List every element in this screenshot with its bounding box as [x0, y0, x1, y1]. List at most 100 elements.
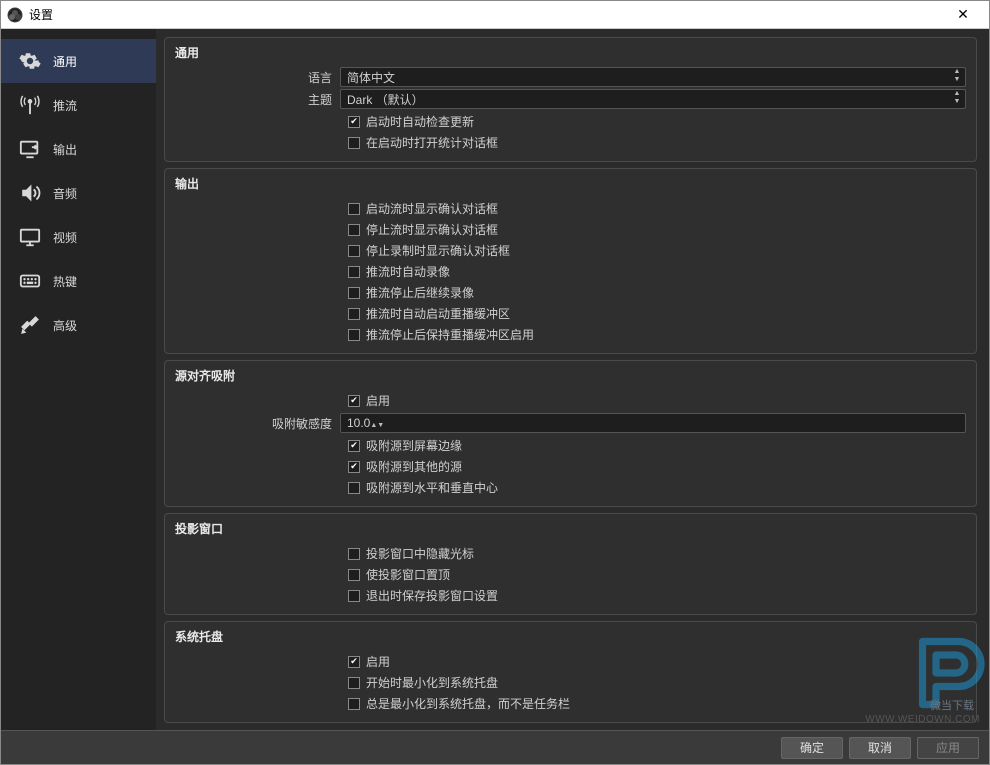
- check-label: 吸附源到其他的源: [366, 458, 462, 475]
- check-label: 启动流时显示确认对话框: [366, 200, 498, 217]
- row-theme: 主题 Dark （默认） ▲▼: [175, 89, 966, 109]
- group-title: 源对齐吸附: [175, 367, 966, 384]
- check-open-stats[interactable]: 在启动时打开统计对话框: [348, 132, 966, 153]
- checkbox-icon: [348, 548, 360, 560]
- check-keep-recording[interactable]: 推流停止后继续录像: [348, 282, 966, 303]
- check-label: 启动时自动检查更新: [366, 113, 474, 130]
- checkbox-icon: [348, 245, 360, 257]
- settings-window: 设置 ✕ 通用 推流 输出: [0, 0, 990, 765]
- sidebar-item-audio[interactable]: 音频: [1, 171, 156, 215]
- sidebar-item-label: 高级: [53, 317, 77, 334]
- sidebar-item-stream[interactable]: 推流: [1, 83, 156, 127]
- check-start-min[interactable]: 开始时最小化到系统托盘: [348, 672, 966, 693]
- check-label: 启用: [366, 653, 390, 670]
- label-sensitivity: 吸附敏感度: [175, 415, 340, 432]
- checkbox-icon: [348, 677, 360, 689]
- group-projector: 投影窗口 投影窗口中隐藏光标 使投影窗口置顶 退出时保存投影窗口设置: [164, 513, 977, 615]
- check-snap-center[interactable]: 吸附源到水平和垂直中心: [348, 477, 966, 498]
- select-language[interactable]: 简体中文 ▲▼: [340, 67, 966, 87]
- keyboard-icon: [17, 268, 43, 294]
- check-keep-replay-buffer[interactable]: 推流停止后保持重播缓冲区启用: [348, 324, 966, 345]
- checkbox-icon: [348, 569, 360, 581]
- sidebar-item-label: 推流: [53, 97, 77, 114]
- check-snap-other[interactable]: 吸附源到其他的源: [348, 456, 966, 477]
- check-start-stream-confirm[interactable]: 启动流时显示确认对话框: [348, 198, 966, 219]
- check-label: 在启动时打开统计对话框: [366, 134, 498, 151]
- sidebar-item-label: 输出: [53, 141, 77, 158]
- check-label: 推流停止后保持重播缓冲区启用: [366, 326, 534, 343]
- close-button[interactable]: ✕: [943, 6, 983, 23]
- check-label: 停止录制时显示确认对话框: [366, 242, 510, 259]
- sidebar-item-label: 通用: [53, 53, 77, 70]
- row-sensitivity: 吸附敏感度 10.0 ▲▼: [175, 413, 966, 433]
- sidebar-item-advanced[interactable]: 高级: [1, 303, 156, 347]
- check-always-min[interactable]: 总是最小化到系统托盘，而不是任务栏: [348, 693, 966, 714]
- check-label: 投影窗口中隐藏光标: [366, 545, 474, 562]
- check-auto-update[interactable]: 启动时自动检查更新: [348, 111, 966, 132]
- check-label: 退出时保存投影窗口设置: [366, 587, 498, 604]
- group-title: 通用: [175, 44, 966, 61]
- group-title: 投影窗口: [175, 520, 966, 537]
- checkbox-icon: [348, 137, 360, 149]
- sidebar-item-general[interactable]: 通用: [1, 39, 156, 83]
- footer: 确定 取消 应用: [1, 730, 989, 764]
- gear-icon: [17, 48, 43, 74]
- sidebar-item-label: 音频: [53, 185, 77, 202]
- select-theme[interactable]: Dark （默认） ▲▼: [340, 89, 966, 109]
- check-on-top[interactable]: 使投影窗口置顶: [348, 564, 966, 585]
- apply-button[interactable]: 应用: [917, 737, 979, 759]
- window-title: 设置: [29, 6, 943, 23]
- chevron-down-icon[interactable]: ▼: [377, 422, 384, 429]
- checkbox-icon: [348, 203, 360, 215]
- sidebar-item-video[interactable]: 视频: [1, 215, 156, 259]
- titlebar: 设置 ✕: [1, 1, 989, 29]
- antenna-icon: [17, 92, 43, 118]
- tools-icon: [17, 312, 43, 338]
- cancel-button[interactable]: 取消: [849, 737, 911, 759]
- check-label: 吸附源到屏幕边缘: [366, 437, 462, 454]
- select-value: 简体中文: [347, 69, 395, 86]
- ok-button[interactable]: 确定: [781, 737, 843, 759]
- check-auto-replay-buffer[interactable]: 推流时自动启动重播缓冲区: [348, 303, 966, 324]
- check-label: 停止流时显示确认对话框: [366, 221, 498, 238]
- group-output: 输出 启动流时显示确认对话框 停止流时显示确认对话框 停止录制时显示确认对话框 …: [164, 168, 977, 354]
- sidebar-item-hotkeys[interactable]: 热键: [1, 259, 156, 303]
- group-title: 输出: [175, 175, 966, 192]
- sidebar-item-label: 热键: [53, 273, 77, 290]
- monitor-icon: [17, 224, 43, 250]
- checkbox-icon: [348, 224, 360, 236]
- check-label: 吸附源到水平和垂直中心: [366, 479, 498, 496]
- check-snap-enable[interactable]: 启用: [348, 390, 966, 411]
- check-label: 推流时自动启动重播缓冲区: [366, 305, 510, 322]
- select-value: Dark （默认）: [347, 91, 424, 108]
- check-auto-record[interactable]: 推流时自动录像: [348, 261, 966, 282]
- checkbox-icon: [348, 266, 360, 278]
- checkbox-icon: [348, 440, 360, 452]
- output-icon: [17, 136, 43, 162]
- row-language: 语言 简体中文 ▲▼: [175, 67, 966, 87]
- main-panel: 通用 语言 简体中文 ▲▼ 主题 Dark （默认）: [156, 29, 989, 730]
- check-tray-enable[interactable]: 启用: [348, 651, 966, 672]
- check-label: 使投影窗口置顶: [366, 566, 450, 583]
- app-icon: [7, 7, 23, 23]
- check-label: 启用: [366, 392, 390, 409]
- btn-label: 确定: [800, 739, 824, 756]
- check-save-projector[interactable]: 退出时保存投影窗口设置: [348, 585, 966, 606]
- speaker-icon: [17, 180, 43, 206]
- btn-label: 应用: [936, 739, 960, 756]
- checkbox-icon: [348, 482, 360, 494]
- checkbox-icon: [348, 116, 360, 128]
- check-stop-stream-confirm[interactable]: 停止流时显示确认对话框: [348, 219, 966, 240]
- check-hide-cursor[interactable]: 投影窗口中隐藏光标: [348, 543, 966, 564]
- checkbox-icon: [348, 698, 360, 710]
- input-sensitivity[interactable]: 10.0 ▲▼: [340, 413, 966, 433]
- sidebar-item-output[interactable]: 输出: [1, 127, 156, 171]
- body: 通用 推流 输出 音频: [1, 29, 989, 730]
- check-snap-screen[interactable]: 吸附源到屏幕边缘: [348, 435, 966, 456]
- checkbox-icon: [348, 287, 360, 299]
- checkbox-icon: [348, 656, 360, 668]
- group-general: 通用 语言 简体中文 ▲▼ 主题 Dark （默认）: [164, 37, 977, 162]
- check-stop-record-confirm[interactable]: 停止录制时显示确认对话框: [348, 240, 966, 261]
- checkbox-icon: [348, 308, 360, 320]
- group-tray: 系统托盘 启用 开始时最小化到系统托盘 总是最小化到系统托盘，而不是任务栏: [164, 621, 977, 723]
